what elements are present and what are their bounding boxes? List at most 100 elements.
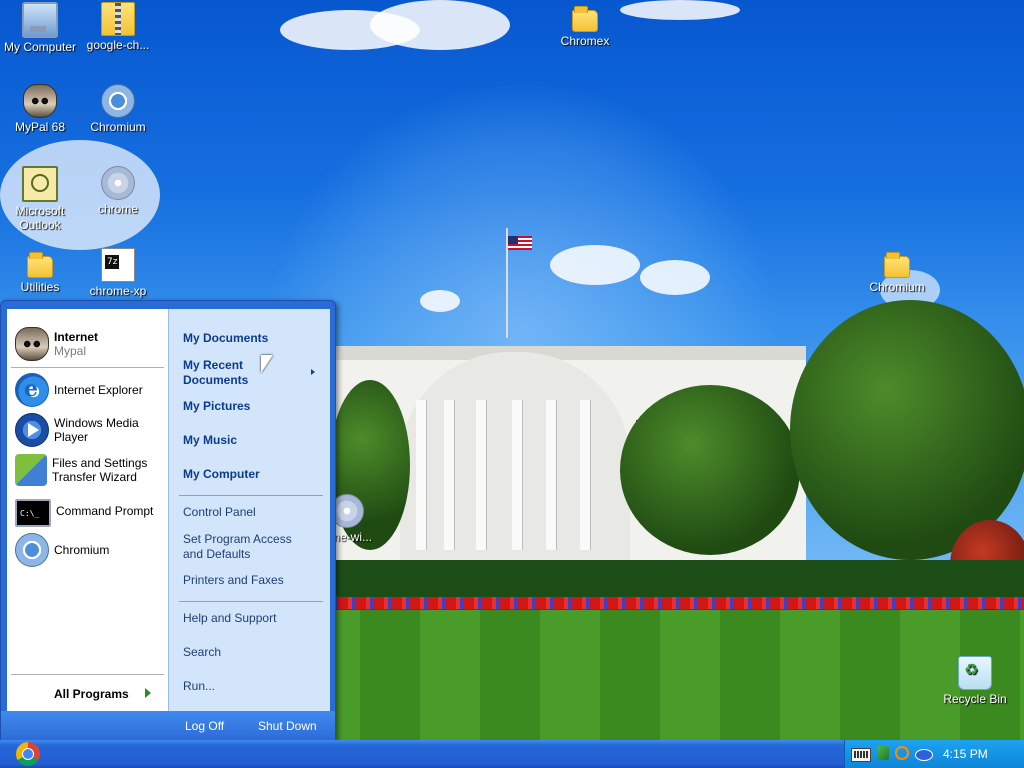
taskbar: 4:15 PM — [0, 740, 1024, 768]
pinned-subtitle: Mypal — [54, 344, 87, 358]
chromium-icon — [101, 84, 135, 118]
log-off-button[interactable]: Log Off — [185, 719, 224, 733]
system-control-panel[interactable]: Control Panel — [183, 505, 323, 520]
desktop-icon-google-ch[interactable]: google-ch... — [78, 2, 158, 52]
place-label: My Pictures — [183, 399, 251, 413]
folder-icon — [572, 6, 598, 32]
tree — [620, 385, 800, 555]
program-transfer-wizard[interactable]: Files and Settings Transfer Wizard — [15, 454, 165, 486]
desktop-icon-label: Microsoft Outlook — [15, 204, 65, 232]
support-search[interactable]: Search — [183, 645, 323, 660]
desktop-icon-chrome[interactable]: chrome — [78, 166, 158, 216]
desktop-icon-mypal[interactable]: MyPal 68 — [0, 84, 80, 134]
volume-icon[interactable] — [915, 749, 933, 761]
program-label: Internet Explorer — [54, 383, 143, 397]
support-run[interactable]: Run... — [183, 679, 323, 694]
place-my-documents[interactable]: My Documents — [183, 331, 323, 346]
system-label: Control Panel — [183, 505, 256, 519]
divider — [179, 495, 323, 496]
all-programs-label: All Programs — [54, 687, 129, 701]
program-chromium[interactable]: Chromium — [15, 533, 165, 567]
pinned-internet-mypal[interactable]: Internet Mypal — [15, 327, 165, 361]
zip-folder-icon — [101, 2, 135, 36]
desktop-icon-chromium[interactable]: Chromium — [78, 84, 158, 134]
chrome-logo-icon — [16, 742, 40, 766]
place-my-pictures[interactable]: My Pictures — [183, 399, 323, 414]
internet-explorer-icon — [15, 373, 49, 407]
support-label: Run... — [183, 679, 216, 693]
support-label: Help and Support — [183, 611, 277, 625]
network-icon[interactable] — [877, 746, 889, 760]
recycle-bin-icon — [958, 656, 992, 690]
support-help[interactable]: Help and Support — [183, 611, 323, 626]
desktop-icon-label: My Computer — [3, 40, 77, 54]
desktop-icon-label: chrome — [97, 202, 138, 216]
start-menu: Internet Mypal Internet Explorer Windows… — [0, 300, 336, 742]
mypal-icon — [23, 84, 57, 118]
desktop-icon-label: Recycle Bin — [943, 692, 1007, 706]
wallpaper-cloud — [420, 290, 460, 312]
my-computer-icon — [22, 2, 58, 38]
divider — [11, 367, 164, 368]
mypal-icon — [15, 327, 49, 361]
shut-down-button[interactable]: Shut Down — [258, 719, 317, 733]
start-menu-programs: Internet Mypal Internet Explorer Windows… — [7, 309, 168, 711]
outlook-icon — [22, 166, 58, 202]
chrome-cd-icon — [101, 166, 135, 200]
submenu-arrow-icon — [311, 369, 315, 375]
desktop-icon-label: Chromium — [869, 280, 925, 294]
wallpaper-cloud — [640, 260, 710, 295]
place-my-computer[interactable]: My Computer — [183, 467, 323, 482]
wallpaper-cloud — [370, 0, 510, 50]
desktop-icon-label: Chromex — [560, 34, 610, 48]
place-label: My Documents — [183, 331, 269, 345]
start-button[interactable] — [0, 740, 70, 768]
system-set-program-access[interactable]: Set Program Access and Defaults — [183, 532, 295, 562]
pinned-title: Internet — [54, 330, 99, 344]
7z-archive-icon — [101, 248, 135, 282]
desktop-icon-label: chrome-xp — [89, 284, 147, 298]
wallpaper-cloud — [550, 245, 640, 285]
system-tray: 4:15 PM — [844, 740, 1024, 768]
program-label: Chromium — [54, 543, 110, 557]
program-windows-media-player[interactable]: Windows Media Player — [15, 413, 165, 447]
program-command-prompt[interactable]: Command Prompt — [15, 495, 165, 527]
desktop-icon-label: google-ch... — [86, 38, 150, 52]
desktop-icon-label: Utilities — [20, 280, 60, 294]
start-menu-footer: Log Off Shut Down — [1, 711, 335, 741]
desktop-icon-my-computer[interactable]: My Computer — [0, 2, 80, 54]
desktop-icon-chromex[interactable]: Chromex — [545, 2, 625, 48]
system-label: Set Program Access and Defaults — [183, 532, 292, 561]
system-printers-faxes[interactable]: Printers and Faxes — [183, 573, 323, 588]
system-label: Printers and Faxes — [183, 573, 284, 587]
program-label: Command Prompt — [56, 504, 154, 518]
place-label: My Recent Documents — [183, 358, 249, 387]
chromium-icon — [15, 533, 49, 567]
desktop-icon-label: MyPal 68 — [14, 120, 66, 134]
wallpaper-cloud — [620, 0, 740, 20]
place-my-recent-documents[interactable]: My Recent Documents — [183, 358, 273, 388]
flower-bed — [320, 597, 1024, 609]
program-label: Windows Media Player — [54, 416, 139, 444]
folder-icon — [27, 252, 53, 278]
place-my-music[interactable]: My Music — [183, 433, 323, 448]
support-label: Search — [183, 645, 222, 659]
desktop-icon-utilities[interactable]: Utilities — [0, 248, 80, 294]
program-internet-explorer[interactable]: Internet Explorer — [15, 373, 165, 407]
search-icon[interactable] — [895, 746, 909, 760]
flag — [508, 236, 532, 250]
all-programs-button[interactable]: All Programs — [11, 674, 164, 705]
place-label: My Computer — [183, 467, 260, 481]
start-menu-places: My Documents My Recent Documents My Pict… — [168, 309, 330, 711]
desktop-icon-chromium-folder[interactable]: Chromium — [857, 248, 937, 294]
place-label: My Music — [183, 433, 238, 447]
arrow-right-icon — [145, 688, 151, 698]
keyboard-icon[interactable] — [851, 748, 871, 762]
folder-icon — [884, 252, 910, 278]
program-label: Files and Settings Transfer Wizard — [52, 456, 148, 484]
desktop-icon-recycle-bin[interactable]: Recycle Bin — [935, 656, 1015, 706]
desktop-icon-outlook[interactable]: Microsoft Outlook — [0, 166, 80, 232]
transfer-wizard-icon — [15, 454, 47, 486]
desktop-icon-chrome-xp[interactable]: chrome-xp — [78, 248, 158, 298]
clock[interactable]: 4:15 PM — [943, 747, 988, 761]
